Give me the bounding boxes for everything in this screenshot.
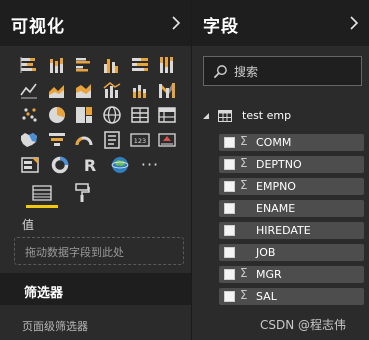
r-script-icon[interactable]: R xyxy=(78,153,102,177)
field-name: JOB xyxy=(256,246,276,259)
visualizations-header: 可视化 xyxy=(0,0,191,46)
scatter-chart-icon[interactable] xyxy=(18,103,40,127)
stacked-column-icon[interactable] xyxy=(46,53,68,77)
r-script-label: R xyxy=(84,156,96,175)
fields-pane: 字段 test emp Σ COMM xyxy=(192,0,369,340)
line-chart-icon[interactable] xyxy=(18,78,40,102)
values-well-label: 值 xyxy=(22,218,35,232)
caret-down-icon[interactable] xyxy=(202,112,210,120)
more-visuals-label: ··· xyxy=(140,155,160,174)
visualizations-title: 可视化 xyxy=(11,17,65,37)
field-item[interactable]: Σ EMPNO xyxy=(219,178,364,195)
drop-zone-hint: 拖动数据字段到此处 xyxy=(25,246,124,259)
area-chart-icon[interactable] xyxy=(46,78,68,102)
globe-map-icon[interactable] xyxy=(101,103,123,127)
field-checkbox[interactable] xyxy=(224,203,235,214)
100-stacked-column-icon[interactable] xyxy=(156,53,178,77)
tab-fields[interactable] xyxy=(28,180,56,206)
kpi-icon[interactable] xyxy=(156,128,178,152)
field-name: COMM xyxy=(256,136,292,149)
fields-search-box[interactable] xyxy=(203,56,362,86)
treemap-icon[interactable] xyxy=(73,103,95,127)
tab-format[interactable] xyxy=(68,180,96,206)
more-visuals-icon[interactable]: ··· xyxy=(138,153,162,177)
field-checkbox[interactable] xyxy=(224,247,235,258)
field-item[interactable]: JOB xyxy=(219,244,364,261)
table-node[interactable]: test emp xyxy=(200,108,360,126)
fields-title: 字段 xyxy=(203,17,239,37)
line-stacked-column-icon[interactable] xyxy=(129,78,151,102)
collapse-fields-button[interactable] xyxy=(347,13,361,33)
clustered-column-icon[interactable] xyxy=(101,53,123,77)
sigma-icon: Σ xyxy=(240,178,248,192)
table-name: test emp xyxy=(242,109,292,122)
card-icon-label: 123 xyxy=(133,137,145,145)
pie-chart-icon[interactable] xyxy=(46,103,68,127)
visualization-gallery: 123 R ··· xyxy=(18,53,184,178)
field-item[interactable]: Σ DEPTNO xyxy=(219,156,364,173)
chevron-right-icon xyxy=(350,16,359,30)
sigma-icon: Σ xyxy=(240,156,248,170)
field-name: EMPNO xyxy=(256,180,296,193)
field-item[interactable]: HIREDATE xyxy=(219,222,364,239)
field-item[interactable]: ENAME xyxy=(219,200,364,217)
field-checkbox[interactable] xyxy=(224,137,235,148)
values-drop-zone[interactable]: 拖动数据字段到此处 xyxy=(14,237,184,265)
field-name: SAL xyxy=(256,290,277,303)
field-name: HIREDATE xyxy=(256,224,311,237)
collapse-visualizations-button[interactable] xyxy=(169,13,183,33)
build-tabs xyxy=(0,178,191,208)
chevron-right-icon xyxy=(172,16,181,30)
line-clustered-column-icon[interactable] xyxy=(101,78,123,102)
field-checkbox[interactable] xyxy=(224,181,235,192)
clustered-bar-icon[interactable] xyxy=(73,53,95,77)
search-icon xyxy=(213,65,227,79)
field-item[interactable]: Σ COMM xyxy=(219,134,364,151)
gauge-icon[interactable] xyxy=(73,128,95,152)
field-checkbox[interactable] xyxy=(224,291,235,302)
sigma-icon: Σ xyxy=(240,134,248,148)
paint-roller-icon xyxy=(75,183,90,202)
filters-header[interactable]: 筛选器 xyxy=(0,273,191,305)
100-stacked-bar-icon[interactable] xyxy=(129,53,151,77)
donut-icon[interactable] xyxy=(48,153,72,177)
arcgis-globe-icon[interactable] xyxy=(108,153,132,177)
filters-title: 筛选器 xyxy=(24,286,64,301)
multi-row-card-icon[interactable] xyxy=(101,128,123,152)
stacked-bar-icon[interactable] xyxy=(18,53,40,77)
field-name: DEPTNO xyxy=(256,158,302,171)
search-input[interactable] xyxy=(234,64,354,80)
visualizations-pane: 可视化 123 R ··· 值 拖动数据字段到此处 筛选器 页面级筛选器 xyxy=(0,0,191,340)
field-checkbox[interactable] xyxy=(224,269,235,280)
watermark: CSDN @程志伟 xyxy=(260,318,347,332)
slicer-icon[interactable] xyxy=(18,153,42,177)
field-name: MGR xyxy=(256,268,282,281)
sigma-icon: Σ xyxy=(240,288,248,302)
funnel-icon[interactable] xyxy=(46,128,68,152)
filled-map-icon[interactable] xyxy=(18,128,40,152)
stacked-area-icon[interactable] xyxy=(73,78,95,102)
field-item[interactable]: Σ MGR xyxy=(219,266,364,283)
field-checkbox[interactable] xyxy=(224,159,235,170)
matrix-icon[interactable] xyxy=(156,103,178,127)
sigma-icon: Σ xyxy=(240,266,248,280)
table-icon xyxy=(218,110,232,122)
field-item[interactable]: Σ SAL xyxy=(219,288,364,305)
card-icon[interactable]: 123 xyxy=(129,128,151,152)
table-icon[interactable] xyxy=(129,103,151,127)
ribbon-chart-icon[interactable] xyxy=(156,78,178,102)
field-checkbox[interactable] xyxy=(224,225,235,236)
fields-header: 字段 xyxy=(192,0,369,46)
fields-grid-icon xyxy=(32,185,52,201)
field-name: ENAME xyxy=(256,202,296,215)
page-level-filters-label: 页面级筛选器 xyxy=(22,320,88,333)
active-tab-indicator xyxy=(26,205,58,208)
